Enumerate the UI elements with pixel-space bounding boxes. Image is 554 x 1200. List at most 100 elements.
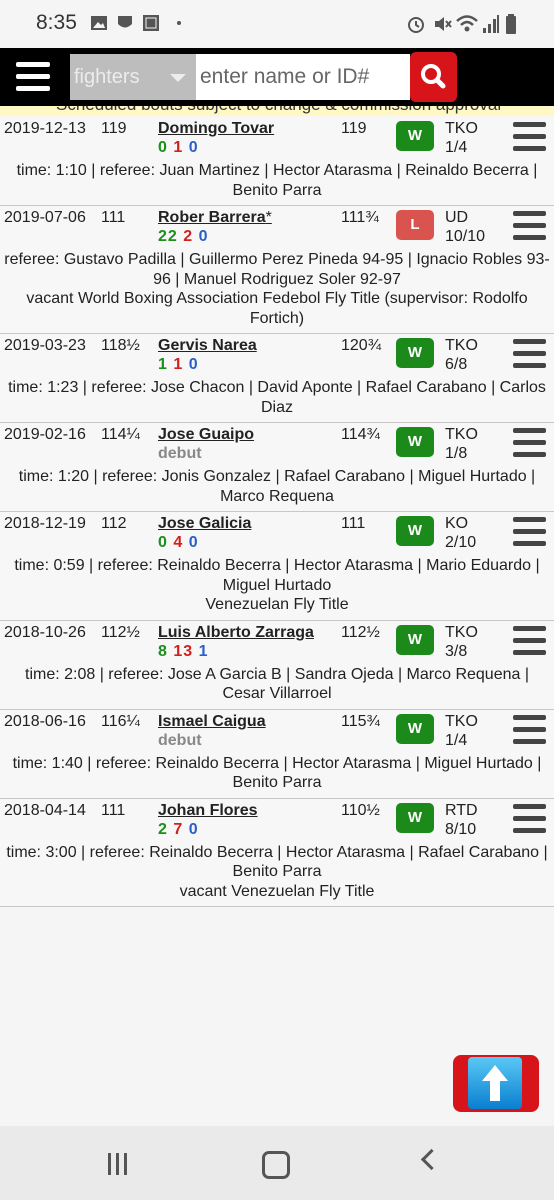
fight-details: time: 1:10 | referee: Juan Martinez | He… (0, 161, 554, 205)
notice-banner: Scheduled bouts subject to change & comm… (0, 106, 554, 115)
result-type: TKO (445, 623, 478, 641)
record-losses: 7 (173, 820, 184, 838)
fight-row: 2018-04-14 111 Johan Flores 2 7 0 110½ W… (0, 798, 554, 907)
record-wins: 1 (158, 356, 168, 373)
record-draws: 0 (188, 139, 199, 156)
fight-menu-button[interactable] (513, 515, 547, 549)
record-losses: 13 (173, 642, 194, 660)
opponent-link[interactable]: Gervis Narea (158, 337, 257, 355)
status-bar: 8:35 (0, 0, 554, 48)
opponent-debut: debut (158, 445, 202, 462)
record-losses: 2 (183, 228, 194, 245)
opponent-record: 0 4 0 (158, 534, 199, 552)
opponent-link[interactable]: Domingo Tovar (158, 120, 274, 138)
fight-date: 2019-07-06 (4, 209, 86, 226)
record-losses: 4 (173, 534, 184, 551)
recent-apps-icon[interactable] (108, 1153, 132, 1180)
fight-detail-line: time: 3:00 | referee: Reinaldo Becerra |… (6, 843, 548, 881)
app-header: fighters (0, 48, 554, 106)
opponent-link[interactable]: Johan Flores (158, 802, 258, 820)
fight-weight: 111 (101, 209, 126, 226)
opponent-link[interactable]: Luis Alberto Zarraga (158, 624, 314, 642)
fight-detail-line: time: 2:08 | referee: Jose A Garcia B | … (25, 665, 529, 703)
scroll-top-button[interactable] (453, 1055, 539, 1112)
record-draws: 0 (188, 820, 199, 838)
opponent-weight: 115¾ (341, 712, 380, 730)
opponent-debut: debut (158, 731, 202, 749)
fight-detail-line: Venezuelan Fly Title (205, 596, 349, 613)
opponent-record: 8 13 1 (158, 643, 209, 661)
search-category-value: fighters (74, 66, 140, 88)
record-draws: 0 (188, 356, 199, 373)
fight-menu-button[interactable] (513, 713, 547, 747)
fight-menu-button[interactable] (513, 802, 547, 836)
fight-details: time: 2:08 | referee: Jose A Garcia B | … (0, 665, 554, 709)
opponent-link[interactable]: Jose Galicia (158, 515, 251, 533)
fight-menu-button[interactable] (513, 209, 547, 243)
result-type: KO (445, 515, 469, 532)
opponent-weight: 112½ (341, 623, 380, 641)
result-badge: W (396, 802, 434, 833)
opponent-record: 22 2 0 (158, 228, 209, 246)
fight-detail-line: time: 1:23 | referee: Jose Chacon | Davi… (8, 379, 546, 416)
gallery-icon (91, 16, 107, 30)
opponent-link[interactable]: Ismael Caigua (158, 713, 266, 731)
wifi-icon (456, 15, 478, 32)
battery-icon (506, 14, 516, 34)
opponent-record: 2 7 0 (158, 821, 199, 839)
fight-weight: 118½ (101, 337, 140, 354)
search-input[interactable] (196, 54, 410, 100)
fight-details: time: 1:40 | referee: Reinaldo Becerra |… (0, 754, 554, 798)
fight-weight: 112½ (101, 623, 140, 641)
result-round: 3/8 (445, 642, 468, 660)
opponent-record: 1 1 0 (158, 356, 199, 374)
fight-row: 2018-12-19 112 Jose Galicia 0 4 0 111 W … (0, 512, 554, 621)
home-icon[interactable] (262, 1151, 290, 1179)
alarm-icon (408, 17, 424, 33)
result-round: 1/8 (445, 445, 468, 462)
fight-details: time: 1:20 | referee: Jonis Gonzalez | R… (0, 467, 554, 511)
fight-date: 2018-12-19 (4, 515, 86, 532)
back-icon[interactable] (420, 1148, 443, 1171)
result-type: TKO (445, 712, 478, 730)
record-draws: 1 (198, 642, 209, 660)
chevron-down-icon (170, 74, 186, 82)
result-badge: W (396, 713, 434, 744)
search-category-select[interactable]: fighters (70, 54, 196, 100)
result-badge: L (396, 210, 434, 240)
main-menu-button[interactable] (10, 56, 56, 98)
fight-date: 2018-10-26 (4, 623, 86, 641)
fight-date: 2019-03-23 (4, 337, 86, 354)
fight-date: 2018-06-16 (4, 712, 86, 730)
result-type: TKO (445, 120, 478, 137)
fight-weight: 114¼ (101, 426, 140, 443)
opponent-link[interactable]: Jose Guaipo (158, 426, 254, 444)
fight-row: 2019-12-13 119 Domingo Tovar 0 1 0 119 W… (0, 117, 554, 206)
fight-weight: 119 (101, 120, 127, 137)
fight-weight: 112 (101, 515, 127, 532)
fight-detail-line: vacant World Boxing Association Fedebol … (26, 290, 528, 327)
opponent-weight: 120¾ (341, 337, 382, 354)
result-type: UD (445, 209, 469, 226)
fight-row: 2019-03-23 118½ Gervis Narea 1 1 0 120¾ … (0, 334, 554, 423)
fight-weight: 116¼ (101, 712, 140, 730)
fight-detail-line: time: 1:10 | referee: Juan Martinez | He… (16, 162, 538, 199)
result-round: 6/8 (445, 356, 468, 373)
opponent-weight: 110½ (341, 801, 380, 819)
search-button[interactable] (410, 52, 457, 102)
fight-details: time: 0:59 | referee: Reinaldo Becerra |… (0, 556, 554, 620)
dazn-icon (143, 15, 159, 31)
fight-menu-button[interactable] (513, 337, 547, 371)
fight-menu-button[interactable] (513, 426, 547, 460)
result-round: 1/4 (445, 139, 468, 156)
result-round: 8/10 (445, 820, 477, 838)
result-badge: W (396, 338, 434, 368)
result-badge: W (396, 121, 434, 151)
fight-details: referee: Gustavo Padilla | Guillermo Per… (0, 250, 554, 333)
fight-menu-button[interactable] (513, 624, 547, 658)
opponent-link[interactable]: Rober Barrera* (158, 209, 272, 227)
fight-details: time: 3:00 | referee: Reinaldo Becerra |… (0, 843, 554, 907)
result-type: TKO (445, 426, 478, 443)
fight-date: 2019-12-13 (4, 120, 86, 137)
fight-menu-button[interactable] (513, 120, 547, 154)
